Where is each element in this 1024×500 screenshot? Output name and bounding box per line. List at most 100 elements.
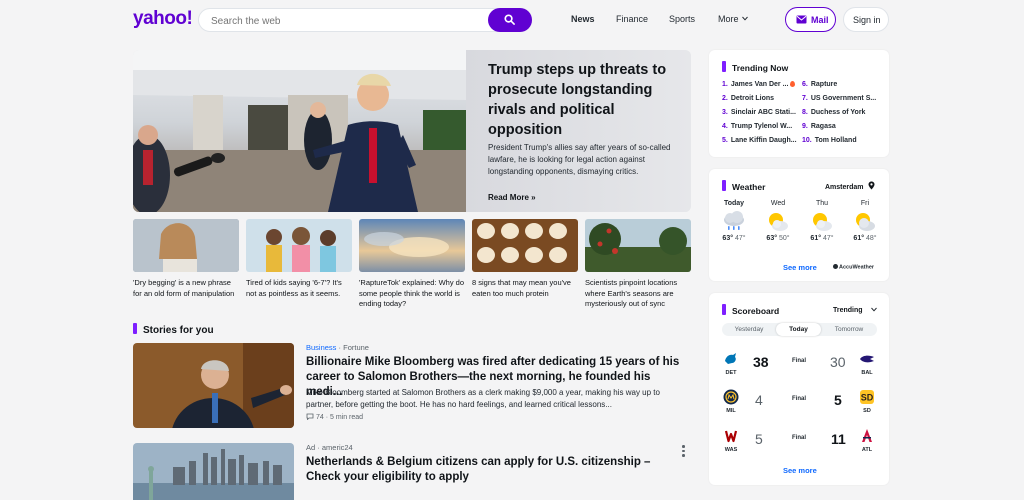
trending-rank-3: 3. bbox=[722, 109, 728, 116]
tab-yesterday[interactable]: Yesterday bbox=[723, 323, 775, 336]
comment-icon bbox=[306, 413, 314, 421]
trending-rank-10: 10. bbox=[802, 137, 812, 144]
story-card-1[interactable]: Business · Fortune Billionaire Mike Bloo… bbox=[133, 343, 693, 433]
trending-item-1[interactable]: 1. James Van Der ... bbox=[722, 81, 796, 88]
thumb-story-3[interactable]: 'RaptureTok' explained: Why do some peop… bbox=[359, 219, 465, 310]
mail-icon bbox=[796, 15, 807, 24]
scoreboard-dropdown[interactable]: Trending bbox=[833, 307, 877, 314]
trending-title: Trending Now bbox=[722, 61, 788, 73]
trending-rank-8: 8. bbox=[802, 109, 808, 116]
partly-sunny-icon bbox=[765, 211, 791, 233]
more-options-icon[interactable] bbox=[681, 445, 687, 459]
ravens-logo-icon bbox=[860, 355, 874, 363]
weather-hi-3: 61° bbox=[810, 235, 822, 242]
thumb-story-4[interactable]: 8 signs that may mean you've eaten too m… bbox=[472, 219, 578, 299]
weather-day-1[interactable]: Today 63° 47° bbox=[714, 200, 754, 242]
search-input[interactable] bbox=[211, 13, 461, 29]
trending-item-5[interactable]: 5. Lane Kiffin Daugh... bbox=[722, 137, 797, 144]
sign-in-label: Sign in bbox=[853, 15, 881, 25]
read-more-link[interactable]: Read More » bbox=[488, 193, 536, 202]
svg-text:SD: SD bbox=[861, 393, 874, 403]
game-row-3[interactable]: WAS 5 Final 11 ATL bbox=[709, 428, 889, 466]
braves-logo-icon bbox=[862, 429, 872, 442]
hero-story[interactable]: Trump steps up threats to prosecute long… bbox=[133, 50, 691, 212]
trending-label-1: James Van Der ... bbox=[730, 81, 789, 88]
nationals-logo-icon bbox=[724, 430, 738, 443]
nav-more-label: More bbox=[718, 14, 739, 24]
mail-button[interactable]: Mail bbox=[785, 7, 836, 32]
tab-today[interactable]: Today bbox=[776, 323, 821, 336]
weather-hi-2: 63° bbox=[766, 235, 778, 242]
comment-count-1[interactable]: 74 bbox=[316, 414, 324, 421]
scoreboard-dropdown-label: Trending bbox=[833, 307, 863, 314]
story-title-2[interactable]: Netherlands & Belgium citizens can apply… bbox=[306, 455, 676, 485]
story-description-1: Mike Bloomberg started at Salomon Brothe… bbox=[306, 388, 660, 409]
thumb-image-5 bbox=[585, 219, 691, 272]
game-3-left-team: WAS bbox=[724, 447, 738, 453]
weather-location[interactable]: Amsterdam bbox=[825, 181, 875, 191]
stories-title-text: Stories for you bbox=[143, 325, 214, 336]
rain-cloud-icon bbox=[721, 211, 747, 233]
scoreboard-see-more-link[interactable]: See more bbox=[783, 466, 817, 475]
weather-day-3[interactable]: Thu 61° 47° bbox=[802, 200, 842, 242]
weather-day-2[interactable]: Wed 63° 50° bbox=[758, 200, 798, 242]
game-2-left-team: MIL bbox=[726, 408, 736, 414]
thumb-caption-3: 'RaptureTok' explained: Why do some peop… bbox=[359, 278, 465, 308]
trending-rank-9: 9. bbox=[802, 123, 808, 130]
trending-label-5: Lane Kiffin Daugh... bbox=[730, 137, 797, 144]
sign-in-button[interactable]: Sign in bbox=[843, 7, 889, 32]
trending-item-4[interactable]: 4. Trump Tylenol W... bbox=[722, 123, 792, 130]
trending-title-text: Trending Now bbox=[732, 63, 789, 73]
game-1-left-score: 38 bbox=[753, 354, 769, 370]
story-source-2: americ24 bbox=[321, 443, 353, 452]
header: yahoo! News Finance Sports More Mail Sig… bbox=[0, 0, 1024, 40]
thumb-story-2[interactable]: Tired of kids saying '6-7'? It's not as … bbox=[246, 219, 352, 299]
weather-see-more-link[interactable]: See more bbox=[783, 263, 817, 272]
nav-sports[interactable]: Sports bbox=[669, 14, 695, 24]
partly-sunny-icon bbox=[809, 211, 835, 233]
thumb-image-1 bbox=[133, 219, 239, 272]
nav-more[interactable]: More bbox=[718, 14, 748, 24]
story-card-2-ad[interactable]: Ad · americ24 Netherlands & Belgium citi… bbox=[133, 443, 693, 500]
game-row-1[interactable]: DET 38 Final 30 BAL bbox=[709, 351, 889, 389]
trending-item-2[interactable]: 2. Detroit Lions bbox=[722, 95, 774, 102]
trending-item-9[interactable]: 9. Ragasa bbox=[802, 123, 836, 130]
thumb-story-1[interactable]: 'Dry begging' is a new phrase for an old… bbox=[133, 219, 239, 299]
trending-item-6[interactable]: 6. Rapture bbox=[802, 81, 837, 88]
game-row-2[interactable]: MIL 4 Final 5 SD SD bbox=[709, 389, 889, 427]
story-meta-1: Business · Fortune bbox=[306, 343, 369, 352]
weather-title-text: Weather bbox=[732, 182, 766, 192]
thumb-story-5[interactable]: Scientists pinpoint locations where Eart… bbox=[585, 219, 691, 310]
tab-tomorrow[interactable]: Tomorrow bbox=[823, 323, 875, 336]
nav-news[interactable]: News bbox=[571, 14, 595, 24]
trending-rank-5: 5. bbox=[722, 137, 728, 144]
weather-hi-4: 61° bbox=[853, 235, 865, 242]
trending-item-3[interactable]: 3. Sinclair ABC Stati... bbox=[722, 109, 796, 116]
scoreboard-title-text: Scoreboard bbox=[732, 306, 780, 316]
accent-bar bbox=[133, 323, 137, 334]
weather-day-4[interactable]: Fri 61° 48° bbox=[845, 200, 885, 242]
trending-item-10[interactable]: 10. Tom Holland bbox=[802, 137, 857, 144]
hero-title[interactable]: Trump steps up threats to prosecute long… bbox=[488, 60, 688, 140]
weather-lo-1: 47° bbox=[734, 235, 746, 242]
trending-item-8[interactable]: 8. Duchess of York bbox=[802, 109, 865, 116]
game-2-right-score: 5 bbox=[834, 392, 842, 408]
trending-rank-6: 6. bbox=[802, 81, 808, 88]
trending-item-7[interactable]: 7. US Government S... bbox=[802, 95, 876, 102]
lions-logo-icon bbox=[725, 353, 736, 364]
story-category-1[interactable]: Business bbox=[306, 343, 336, 352]
trending-label-10: Tom Holland bbox=[814, 137, 857, 144]
trending-rank-7: 7. bbox=[802, 95, 808, 102]
story-meta-2: Ad · americ24 bbox=[306, 443, 353, 452]
thumb-image-3 bbox=[359, 219, 465, 272]
thumb-image-2 bbox=[246, 219, 352, 272]
yahoo-logo[interactable]: yahoo! bbox=[133, 8, 193, 30]
thumb-caption-4: 8 signs that may mean you've eaten too m… bbox=[472, 278, 571, 298]
search-button[interactable] bbox=[488, 8, 532, 32]
trending-card: Trending Now 1. James Van Der ... 2. Detro… bbox=[709, 50, 889, 157]
mail-label: Mail bbox=[811, 15, 829, 25]
weather-title: Weather bbox=[722, 180, 765, 192]
nav-finance[interactable]: Finance bbox=[616, 14, 648, 24]
accuweather-logo: AccuWeather bbox=[833, 264, 874, 271]
game-3-status: Final bbox=[791, 435, 806, 441]
